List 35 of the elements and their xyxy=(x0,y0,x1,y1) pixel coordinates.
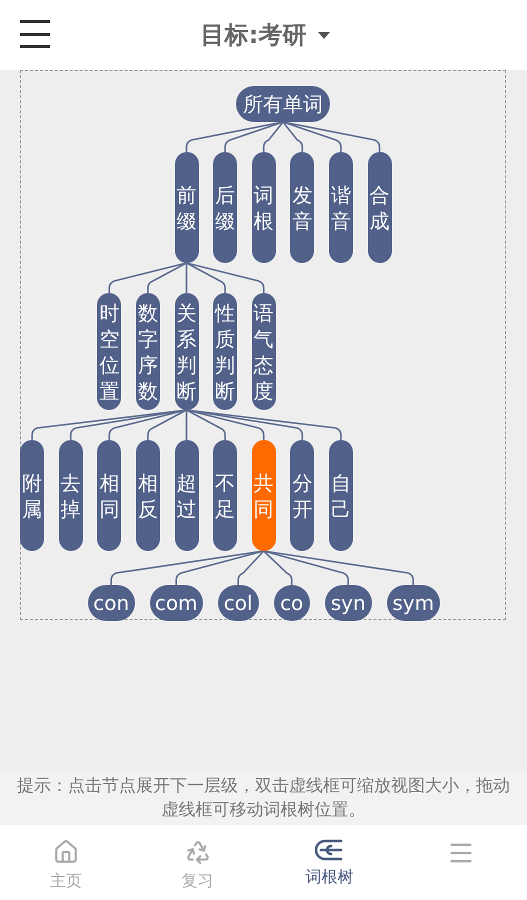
tree-viewport-frame[interactable]: 所有单词 前缀 时空位置 数字序数 关系判断 附属 去掉 相同 相反 超过 不足 共同 con com col co syn sym 分开 自己 性质判断 语气态度 后缀 词根 发音 谐音 合成 xyxy=(20,70,506,620)
tree-node[interactable]: 相同 xyxy=(97,440,122,551)
tree-node[interactable]: 语气态度 xyxy=(252,293,276,410)
goal-dropdown[interactable]: 目标:考研 xyxy=(196,17,330,53)
tree-node[interactable]: 词根 xyxy=(252,152,276,263)
tree-node[interactable]: 去掉 xyxy=(58,440,83,551)
tree-node[interactable]: syn xyxy=(324,585,372,621)
tree-node[interactable]: 分开 xyxy=(290,440,314,551)
tree-node[interactable]: com xyxy=(150,585,203,621)
recycle-icon xyxy=(184,839,211,865)
tree-node[interactable]: col xyxy=(218,585,259,621)
hint-text: 提示：点击节点展开下一层级，双击虚线框可缩放视图大小，拖动虚线框可移动词根树位置。 xyxy=(16,774,511,822)
caret-icon xyxy=(318,32,330,38)
tree-node[interactable]: 谐音 xyxy=(328,152,353,263)
tree-node[interactable]: 时空位置 xyxy=(97,293,122,410)
tree-node[interactable]: 自己 xyxy=(328,440,353,551)
tree-node[interactable]: 所有单词 xyxy=(236,86,330,122)
tree-node[interactable]: 关系判断 xyxy=(174,293,198,410)
tree-node[interactable]: 超过 xyxy=(174,440,198,551)
nav-tab[interactable]: 词根树 xyxy=(264,825,396,900)
tree-node[interactable]: 合成 xyxy=(368,152,392,263)
tree-node[interactable]: 不足 xyxy=(213,440,238,551)
tree-node[interactable]: co xyxy=(274,585,310,621)
tree-branch-icon xyxy=(315,839,344,861)
tree-node[interactable]: 附属 xyxy=(20,440,44,551)
tree-node[interactable]: sym xyxy=(386,585,440,621)
tree-node[interactable]: 后缀 xyxy=(213,152,238,263)
tree-node[interactable]: 发音 xyxy=(290,152,314,263)
tree-node[interactable]: 前缀 xyxy=(174,152,198,263)
home-icon xyxy=(52,839,79,865)
tree-node[interactable]: 性质判断 xyxy=(213,293,238,410)
menu-button[interactable] xyxy=(20,20,52,48)
tree-node[interactable]: 相反 xyxy=(136,440,160,551)
tree-node[interactable]: con xyxy=(88,585,135,621)
tree-node[interactable]: 数字序数 xyxy=(136,293,160,410)
